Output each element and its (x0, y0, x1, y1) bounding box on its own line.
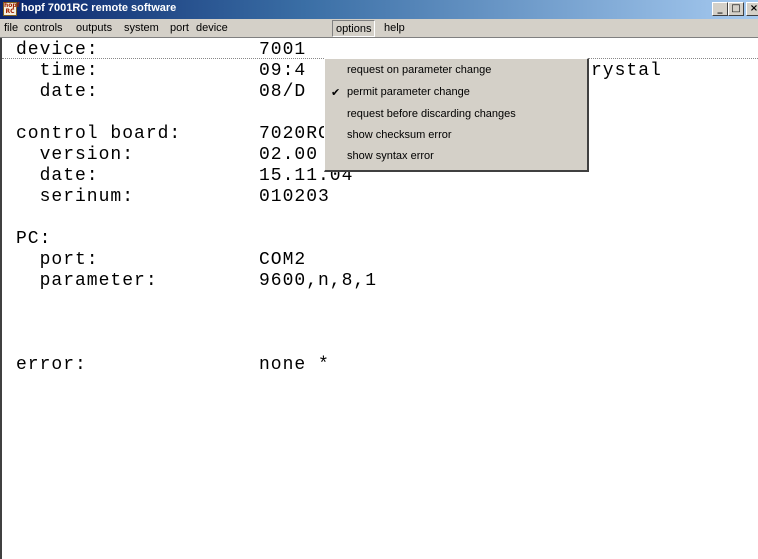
maximize-button[interactable]: □ (728, 2, 744, 16)
app-icon[interactable]: hopf RC (3, 2, 19, 16)
menu-item-show-checksum-error[interactable]: show checksum error (347, 129, 452, 141)
menu-system[interactable]: system (124, 22, 159, 34)
device-label: device: (16, 40, 99, 60)
cb-date-label: date: (16, 166, 99, 186)
serinum-value: 010203 (259, 187, 330, 207)
menu-device[interactable]: device (196, 22, 228, 34)
close-button[interactable]: × (746, 2, 758, 16)
check-icon: ✔ (331, 86, 341, 99)
time-value: 09:4 (259, 61, 307, 81)
date-value: 08/D (259, 82, 307, 102)
error-label: error: (16, 355, 87, 375)
menu-outputs[interactable]: outputs (76, 22, 112, 34)
menu-item-request-on-parameter-change[interactable]: request on parameter change (347, 64, 491, 76)
control-board-value: 7020RC (259, 124, 330, 144)
date-label: date: (16, 82, 99, 102)
time-label: time: (16, 61, 99, 81)
menu-options[interactable]: options (332, 20, 376, 37)
menu-item-show-syntax-error[interactable]: show syntax error (347, 150, 434, 162)
error-value: none * (259, 355, 330, 375)
version-value: 02.00 (259, 145, 319, 165)
menu-item-permit-parameter-change[interactable]: permit parameter change (347, 86, 470, 98)
window-title: hopf 7001RC remote software (21, 2, 177, 14)
menu-port[interactable]: port (170, 22, 189, 34)
serinum-label: serinum: (16, 187, 135, 207)
title-bar[interactable]: hopf RC hopf 7001RC remote software _ □ … (0, 0, 758, 19)
parameter-value: 9600,n,8,1 (259, 271, 378, 291)
menu-controls[interactable]: controls (24, 22, 63, 34)
control-board-label: control board: (16, 124, 182, 144)
device-value: 7001 (259, 40, 307, 60)
menu-file[interactable]: file (4, 22, 18, 34)
menu-item-request-before-discarding-changes[interactable]: request before discarding changes (347, 108, 516, 120)
version-label: version: (16, 145, 135, 165)
menu-help[interactable]: help (384, 22, 405, 34)
menu-bar: file controls outputs system port device… (0, 19, 758, 38)
port-value: COM2 (259, 250, 307, 270)
minimize-button[interactable]: _ (712, 2, 728, 16)
options-dropdown: request on parameter change ✔ permit par… (324, 58, 589, 172)
port-label: port: (16, 250, 99, 270)
parameter-label: parameter: (16, 271, 158, 291)
time-source: rystal (591, 61, 662, 81)
pc-label: PC: (16, 229, 52, 249)
